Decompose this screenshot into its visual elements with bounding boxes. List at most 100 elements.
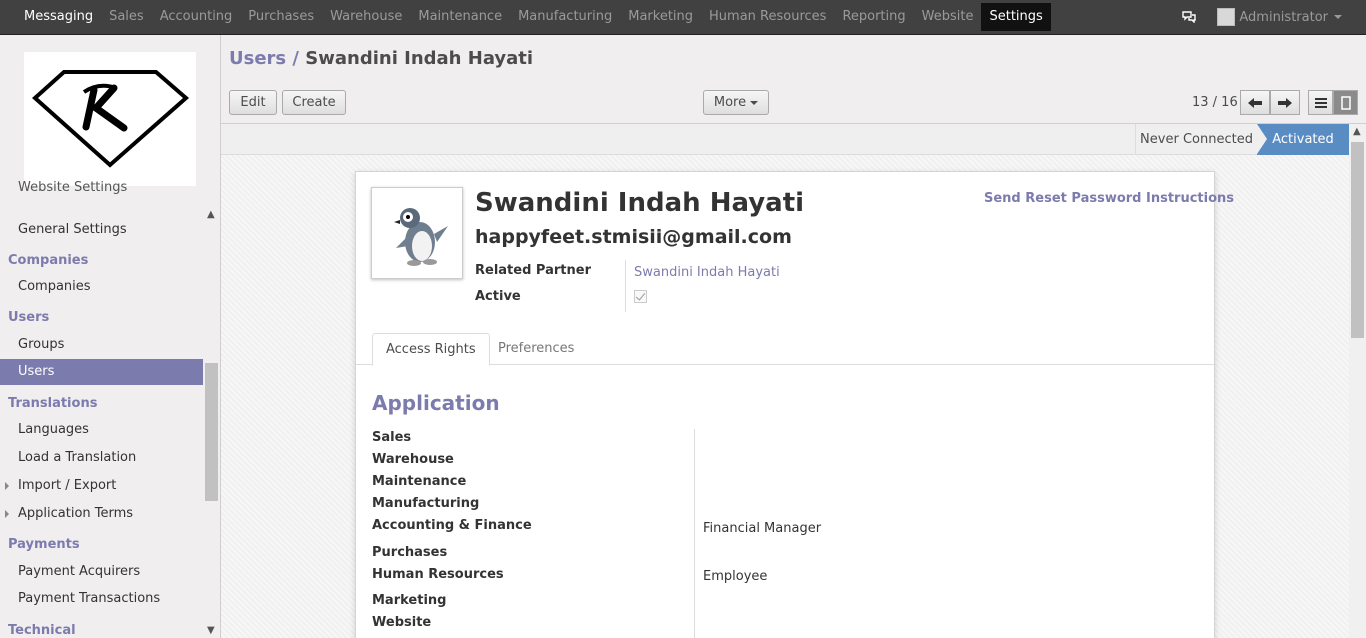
sidebar-item-users[interactable]: Users — [0, 359, 203, 385]
sidebar-item-website-settings[interactable]: Website Settings — [0, 178, 203, 198]
user-area: Administrator — [1179, 0, 1342, 34]
related-partner-link[interactable]: Swandini Indah Hayati — [634, 265, 780, 280]
pager-next-button[interactable] — [1270, 90, 1300, 115]
application-divider — [694, 429, 695, 638]
app-label-website: Website — [372, 615, 432, 630]
app-label-human-resources: Human Resources — [372, 567, 504, 582]
scroll-up-icon[interactable]: ▲ — [1353, 126, 1361, 137]
pager-counter[interactable]: 13 / 16 — [1192, 95, 1238, 110]
caret-down-icon — [750, 100, 759, 105]
form-content: Swandini Indah Hayati happyfeet.stmisii@… — [221, 155, 1349, 638]
sidebar-item-languages[interactable]: Languages — [0, 417, 203, 443]
app-label-maintenance: Maintenance — [372, 474, 467, 489]
app-label-warehouse: Warehouse — [372, 452, 454, 467]
sidebar-item-general-settings[interactable]: General Settings — [0, 217, 203, 243]
create-button[interactable]: Create — [282, 90, 346, 115]
form-icon — [1340, 95, 1351, 110]
sidebar-item-payment-acquirers[interactable]: Payment Acquirers — [0, 559, 203, 585]
main-area: Users / Swandini Indah Hayati Edit Creat… — [221, 35, 1366, 638]
app-label-marketing: Marketing — [372, 593, 447, 608]
send-reset-password-link[interactable]: Send Reset Password Instructions — [984, 191, 1234, 206]
sidebar: Website Settings General Settings Compan… — [0, 35, 221, 638]
chat-bubbles-icon[interactable] — [1179, 7, 1199, 27]
user-photo[interactable] — [371, 187, 463, 279]
arrow-right-icon — [1278, 97, 1292, 108]
list-view-button[interactable] — [1308, 90, 1333, 115]
company-logo — [24, 52, 196, 186]
app-value-human-resources[interactable]: Employee — [703, 569, 767, 584]
edit-button[interactable]: Edit — [229, 90, 277, 115]
sidebar-item-import-export[interactable]: Import / Export — [0, 473, 203, 499]
scroll-down-icon[interactable]: ▼ — [207, 625, 215, 636]
arrow-left-icon — [1248, 97, 1262, 108]
status-never-connected[interactable]: Never Connected — [1135, 124, 1257, 155]
breadcrumb-users-link[interactable]: Users — [229, 48, 286, 69]
menu-purchases[interactable]: Purchases — [240, 0, 322, 34]
menu-marketing[interactable]: Marketing — [620, 0, 701, 34]
tab-access-rights[interactable]: Access Rights — [372, 333, 490, 366]
sidebar-item-load-translation[interactable]: Load a Translation — [0, 445, 203, 471]
sidebar-heading-companies: Companies — [8, 253, 89, 268]
sidebar-item-application-terms[interactable]: Application Terms — [0, 501, 203, 527]
user-avatar[interactable] — [1217, 8, 1236, 26]
sidebar-item-label: Import / Export — [18, 478, 117, 493]
sidebar-heading-technical: Technical — [8, 623, 76, 638]
menu-maintenance[interactable]: Maintenance — [410, 0, 510, 34]
expand-triangle-icon[interactable] — [5, 510, 9, 518]
form-tabs: Access Rights Preferences — [356, 333, 1214, 366]
pager-previous-button[interactable] — [1240, 90, 1270, 115]
menu-manufacturing[interactable]: Manufacturing — [510, 0, 620, 34]
user-menu[interactable]: Administrator — [1239, 10, 1328, 25]
breadcrumb-current: Swandini Indah Hayati — [305, 48, 534, 69]
sidebar-scrollbar[interactable]: ▲ ▼ — [203, 205, 220, 638]
form-view-button[interactable] — [1333, 90, 1358, 115]
breadcrumb-separator: / — [292, 48, 299, 69]
sidebar-item-label: Application Terms — [18, 506, 134, 521]
top-menu-bar: Messaging Sales Accounting Purchases War… — [0, 0, 1366, 35]
form-sheet: Swandini Indah Hayati happyfeet.stmisii@… — [355, 171, 1234, 638]
menu-human-resources[interactable]: Human Resources — [701, 0, 834, 34]
menu-messaging[interactable]: Messaging — [16, 0, 101, 34]
scrollbar-thumb[interactable] — [205, 363, 218, 501]
scrollbar-thumb[interactable] — [1351, 142, 1364, 338]
penguin-image — [394, 208, 448, 266]
more-button-label: More — [713, 95, 747, 110]
related-partner-label: Related Partner — [475, 263, 591, 278]
app-label-manufacturing: Manufacturing — [372, 496, 480, 511]
status-activated-label: Activated — [1272, 132, 1334, 147]
top-menu: Messaging Sales Accounting Purchases War… — [0, 0, 1051, 34]
more-button[interactable]: More — [703, 90, 769, 115]
user-login-email: happyfeet.stmisii@gmail.com — [475, 226, 792, 248]
chevron-down-icon[interactable] — [1334, 15, 1342, 19]
sidebar-heading-payments: Payments — [8, 537, 80, 552]
application-section-title: Application — [372, 391, 500, 415]
menu-website[interactable]: Website — [914, 0, 982, 34]
menu-accounting[interactable]: Accounting — [152, 0, 241, 34]
sidebar-item-companies[interactable]: Companies — [0, 274, 203, 300]
control-panel: Users / Swandini Indah Hayati Edit Creat… — [221, 35, 1366, 124]
sidebar-heading-users: Users — [8, 310, 50, 325]
app-value-accounting-finance[interactable]: Financial Manager — [703, 521, 821, 536]
menu-warehouse[interactable]: Warehouse — [322, 0, 410, 34]
menu-sales[interactable]: Sales — [101, 0, 152, 34]
list-icon — [1314, 97, 1327, 108]
breadcrumb: Users / Swandini Indah Hayati — [229, 48, 533, 69]
menu-settings[interactable]: Settings — [981, 3, 1051, 31]
sidebar-item-groups[interactable]: Groups — [0, 332, 203, 358]
status-bar: Never Connected Activated — [221, 124, 1349, 155]
sidebar-heading-translations: Translations — [8, 396, 98, 411]
tab-preferences[interactable]: Preferences — [485, 333, 587, 366]
app-label-purchases: Purchases — [372, 545, 448, 560]
sidebar-item-payment-transactions[interactable]: Payment Transactions — [0, 586, 203, 612]
expand-triangle-icon[interactable] — [5, 482, 9, 490]
active-checkbox[interactable] — [634, 290, 647, 303]
menu-reporting[interactable]: Reporting — [834, 0, 913, 34]
app-label-sales: Sales — [372, 430, 412, 445]
main-scrollbar[interactable]: ▲ — [1349, 124, 1366, 638]
scroll-up-icon[interactable]: ▲ — [207, 209, 215, 220]
user-name-title: Swandini Indah Hayati — [475, 188, 805, 218]
status-activated[interactable]: Activated — [1257, 124, 1349, 155]
app-label-accounting-finance: Accounting & Finance — [372, 518, 532, 533]
field-divider — [625, 260, 626, 312]
active-label: Active — [475, 289, 521, 304]
